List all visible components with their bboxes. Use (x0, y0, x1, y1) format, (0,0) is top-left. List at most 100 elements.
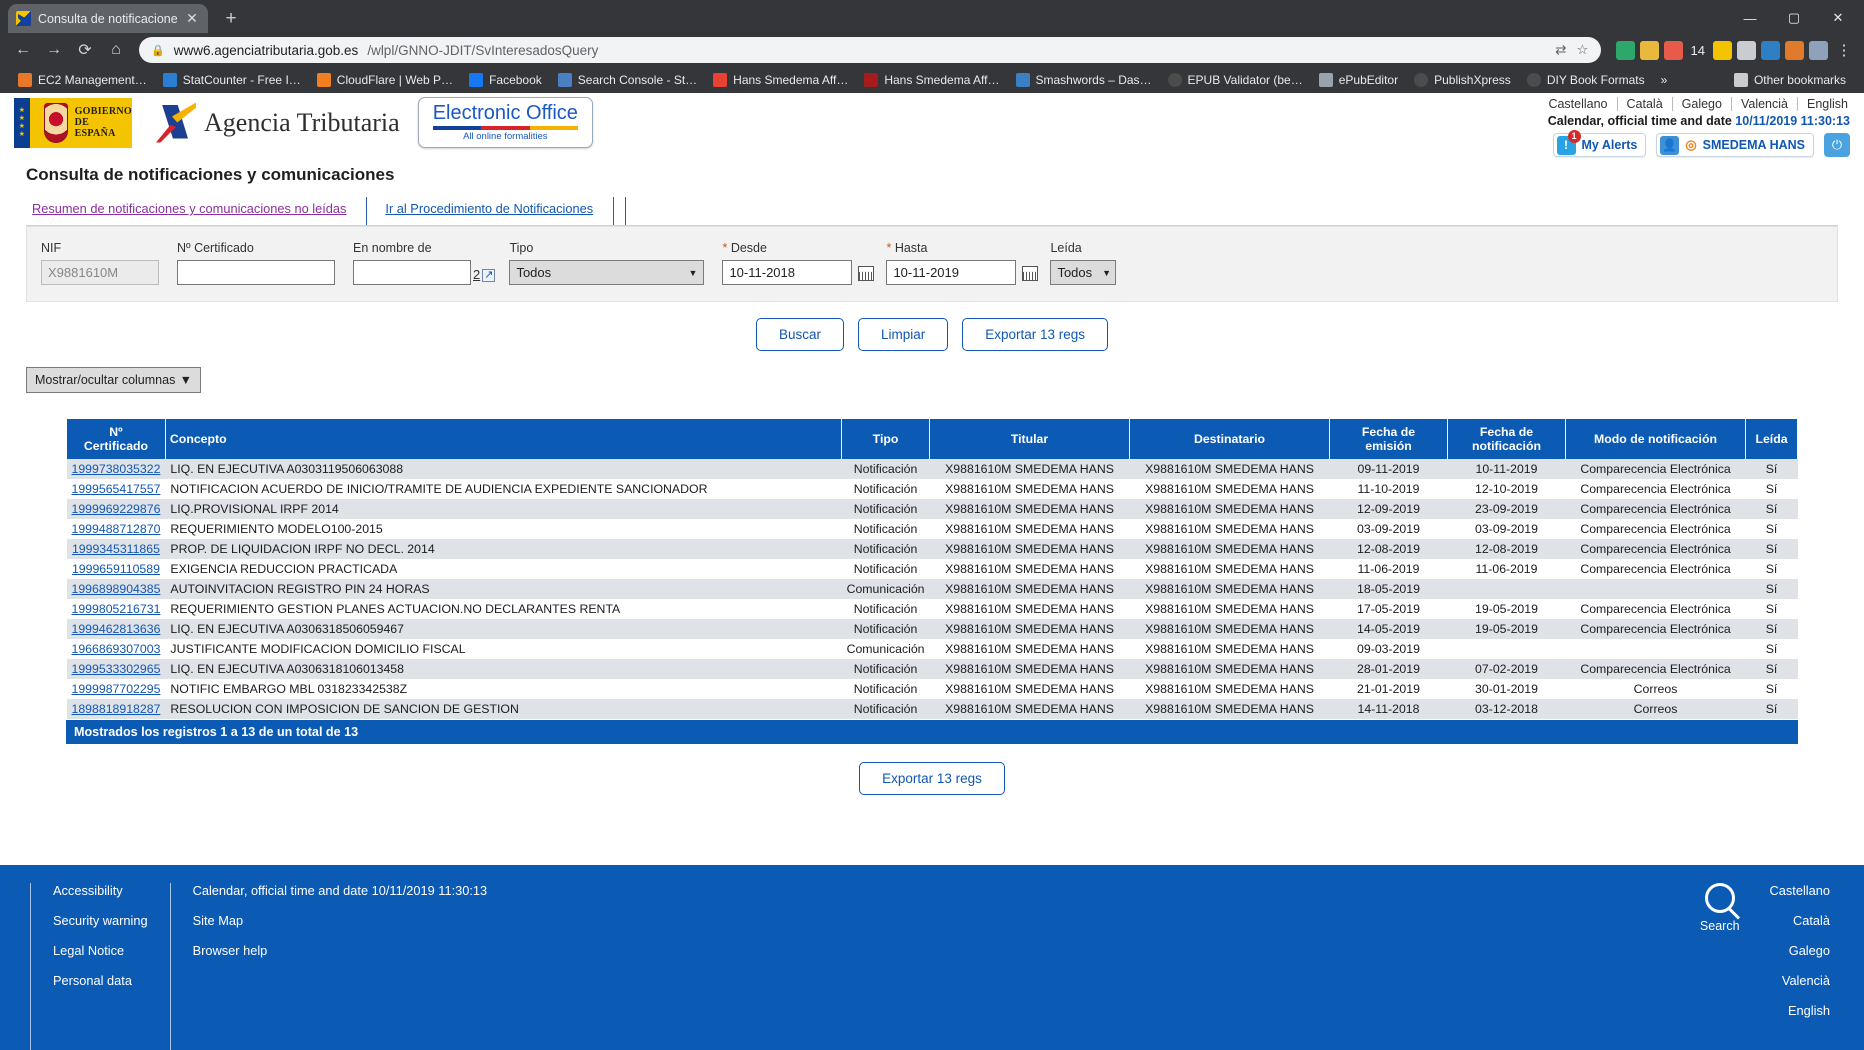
cell-certificado[interactable]: 1999969229876 (67, 499, 166, 519)
lang-castellano[interactable]: Castellano (1539, 97, 1618, 111)
link-procedimiento-notificaciones[interactable]: Ir al Procedimiento de Notificaciones (367, 197, 615, 225)
cell-certificado[interactable]: 1999533302965 (67, 659, 166, 679)
cell-certificado[interactable]: 1999345311865 (67, 539, 166, 559)
cell-certificado[interactable]: 1999565417557 (67, 479, 166, 499)
bookmark-item[interactable]: CloudFlare | Web P… (309, 71, 461, 89)
footer-link-security-warning[interactable]: Security warning (53, 913, 148, 928)
lang-catala[interactable]: Català (1618, 97, 1673, 111)
cell-certificado[interactable]: 1999987702295 (67, 679, 166, 699)
nif-input[interactable] (41, 260, 159, 285)
certificado-input[interactable] (177, 260, 335, 285)
certificate-link[interactable]: 1999987702295 (72, 682, 161, 696)
minimize-icon[interactable]: — (1728, 3, 1772, 33)
extension-icon-city[interactable] (1761, 40, 1780, 60)
bookmark-item[interactable]: ePubEditor (1311, 71, 1406, 89)
certificate-link[interactable]: 1999565417557 (72, 482, 161, 496)
hasta-input[interactable] (886, 260, 1017, 285)
close-icon[interactable]: ✕ (184, 10, 200, 27)
extension-icon-windows[interactable] (1785, 40, 1804, 60)
extension-icon-feather[interactable] (1809, 40, 1828, 60)
cell-certificado[interactable]: 1999659110589 (67, 559, 166, 579)
cell-certificado[interactable]: 1996898904385 (67, 579, 166, 599)
translate-icon[interactable]: ⇄ (1555, 42, 1566, 58)
footer-lang-catala[interactable]: Català (1793, 913, 1830, 928)
footer-lang-galego[interactable]: Galego (1789, 943, 1830, 958)
footer-lang-english[interactable]: English (1788, 1003, 1830, 1018)
footer-link-browser-help[interactable]: Browser help (193, 943, 488, 958)
cell-certificado[interactable]: 1966869307003 (67, 639, 166, 659)
footer-link-legal-notice[interactable]: Legal Notice (53, 943, 148, 958)
home-icon[interactable]: ⌂ (102, 36, 130, 64)
extension-icon-download[interactable] (1713, 40, 1732, 60)
footer-search[interactable]: Search (1700, 883, 1770, 1050)
certificate-link[interactable]: 1966869307003 (72, 642, 161, 656)
footer-link-site-map[interactable]: Site Map (193, 913, 488, 928)
extension-icon-book[interactable] (1737, 40, 1756, 60)
export-button-bottom[interactable]: Exportar 13 regs (859, 762, 1005, 795)
bookmark-item[interactable]: StatCounter - Free I… (155, 71, 309, 89)
certificate-link[interactable]: 1999659110589 (72, 562, 160, 576)
reload-icon[interactable]: ⟳ (71, 36, 99, 64)
certificate-link[interactable]: 1898818918287 (72, 702, 161, 716)
footer-lang-valencia[interactable]: Valencià (1782, 973, 1830, 988)
other-bookmarks-button[interactable]: Other bookmarks (1726, 71, 1854, 89)
help-link[interactable]: 2 ↗ (473, 267, 496, 282)
lang-valencia[interactable]: Valencià (1732, 97, 1798, 111)
certificate-link[interactable]: 1999488712870 (72, 522, 161, 536)
extension-count[interactable]: 14 (1688, 43, 1708, 58)
link-resumen-no-leidas[interactable]: Resumen de notificaciones y comunicacion… (26, 197, 368, 225)
col-header-concepto[interactable]: Concepto (164, 419, 843, 459)
back-icon[interactable]: ← (9, 36, 37, 64)
col-header-destinatario[interactable]: Destinatario (1129, 419, 1330, 459)
extension-icon-chrome[interactable] (1663, 40, 1683, 60)
browser-tab[interactable]: Consulta de notificaciones y com ✕ (8, 4, 208, 33)
bookmark-item[interactable]: Search Console - St… (550, 71, 705, 89)
chrome-menu-icon[interactable]: ⋮ (1833, 43, 1855, 58)
search-button[interactable]: Buscar (755, 318, 844, 351)
footer-link-personal-data[interactable]: Personal data (53, 973, 148, 988)
footer-lang-castellano[interactable]: Castellano (1770, 883, 1830, 898)
bookmark-item[interactable]: PublishXpress (1406, 71, 1519, 89)
certificate-link[interactable]: 1999969229876 (72, 502, 161, 516)
col-header-certificado[interactable]: Nº Certificado (66, 419, 166, 459)
new-tab-button[interactable]: + (216, 5, 246, 33)
col-header-tipo[interactable]: Tipo (841, 419, 930, 459)
window-close-icon[interactable]: ✕ (1816, 3, 1860, 33)
col-header-titular[interactable]: Titular (929, 419, 1130, 459)
certificate-link[interactable]: 1999738035322 (72, 462, 161, 476)
extension-icon-folder[interactable] (1639, 40, 1659, 60)
bookmark-item[interactable]: Hans Smedema Aff… (705, 71, 856, 89)
certificate-link[interactable]: 1999462813636 (72, 622, 161, 636)
lang-galego[interactable]: Galego (1673, 97, 1732, 111)
logout-button[interactable]: ⏻ (1824, 133, 1850, 157)
desde-input[interactable] (722, 260, 853, 285)
certificate-link[interactable]: 1999345311865 (72, 542, 160, 556)
certificate-link[interactable]: 1996898904385 (72, 582, 161, 596)
clear-button[interactable]: Limpiar (857, 318, 949, 351)
agencia-tributaria-logo[interactable]: Agencia Tributaria (154, 102, 400, 143)
bookmark-item[interactable]: Smashwords – Das… (1008, 71, 1160, 89)
col-header-fecha-notificacion[interactable]: Fecha de notificación (1447, 419, 1566, 459)
cell-certificado[interactable]: 1999805216731 (67, 599, 166, 619)
my-alerts-button[interactable]: ! 1 My Alerts (1552, 129, 1647, 157)
cell-certificado[interactable]: 1999462813636 (67, 619, 166, 639)
col-header-fecha-emision[interactable]: Fecha de emisión (1329, 419, 1448, 459)
forward-icon[interactable]: → (40, 36, 68, 64)
col-header-modo[interactable]: Modo de notificación (1565, 419, 1746, 459)
user-session-button[interactable]: 👤 ◎ SMEDEMA HANS (1656, 133, 1814, 157)
bookmarks-overflow-icon[interactable]: » (1653, 71, 1676, 89)
certificate-link[interactable]: 1999533302965 (72, 662, 161, 676)
export-button[interactable]: Exportar 13 regs (962, 318, 1109, 351)
certificate-link[interactable]: 1999805216731 (72, 602, 161, 616)
col-header-leida[interactable]: Leída (1745, 419, 1798, 459)
footer-calendar-time[interactable]: Calendar, official time and date 10/11/2… (193, 883, 488, 898)
electronic-office-badge[interactable]: Electronic Office All online formalities (417, 97, 593, 148)
maximize-icon[interactable]: ▢ (1772, 3, 1816, 33)
cell-certificado[interactable]: 1999738035322 (67, 459, 166, 479)
cell-certificado[interactable]: 1898818918287 (67, 699, 166, 719)
tipo-select[interactable]: Todos ▼ (509, 260, 705, 285)
calendar-picker-icon[interactable] (858, 266, 875, 281)
extension-icon-pencil[interactable] (1615, 40, 1635, 60)
leida-select[interactable]: Todos ▼ (1050, 260, 1117, 285)
en-nombre-de-input[interactable] (353, 260, 471, 285)
